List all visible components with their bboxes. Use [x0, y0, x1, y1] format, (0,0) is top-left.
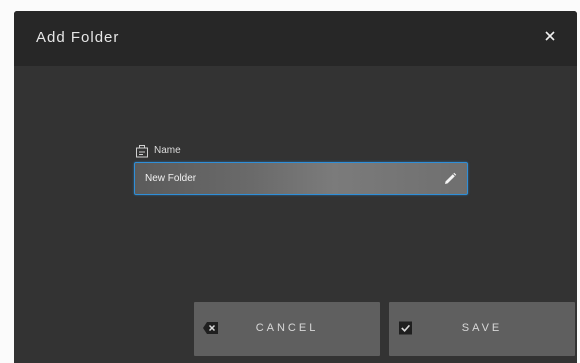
- cancel-button-label: CANCEL: [255, 322, 319, 334]
- name-field-label: Name: [154, 145, 181, 156]
- close-button[interactable]: [539, 25, 561, 47]
- dialog-title: Add Folder: [36, 29, 120, 46]
- add-folder-dialog: Add Folder Name CANCEL: [14, 11, 577, 363]
- save-button[interactable]: SAVE: [389, 302, 575, 356]
- save-button-label: SAVE: [461, 322, 503, 334]
- name-input-container[interactable]: [134, 162, 468, 195]
- dialog-header: Add Folder: [14, 11, 577, 66]
- cancel-button[interactable]: CANCEL: [194, 302, 380, 356]
- close-icon: [545, 31, 555, 41]
- name-input[interactable]: [135, 163, 425, 194]
- pencil-icon[interactable]: [443, 172, 457, 186]
- name-field-label-row: Name: [135, 144, 181, 158]
- folder-tag-icon: [136, 145, 148, 158]
